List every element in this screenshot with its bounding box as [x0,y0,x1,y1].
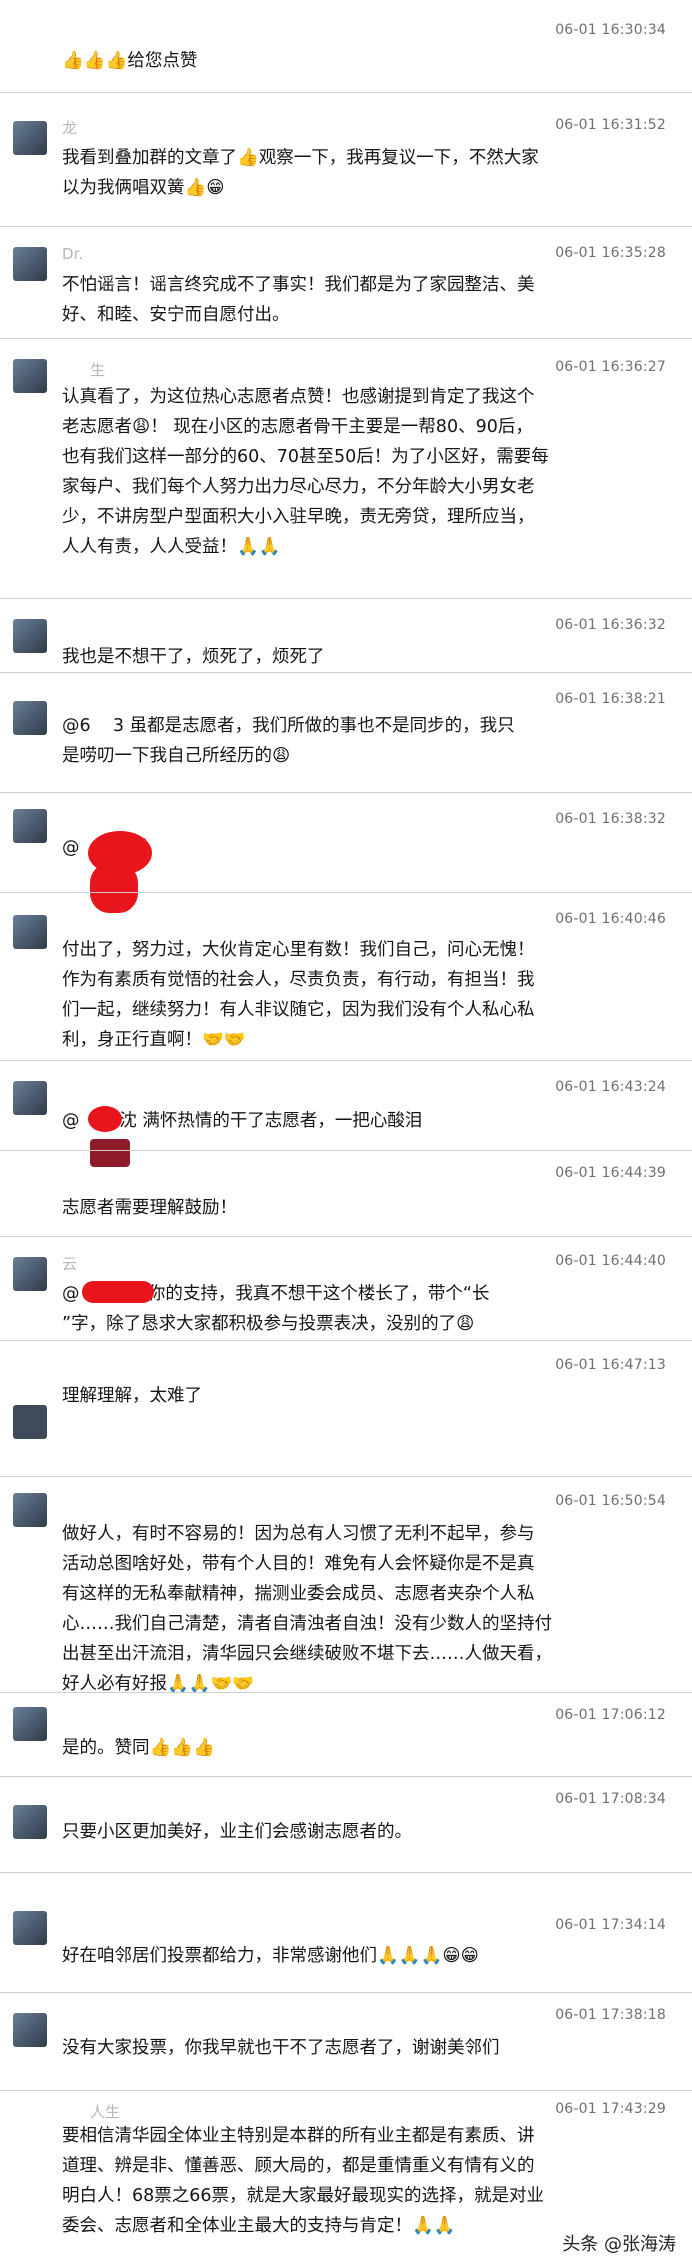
message-text: 好在咱邻居们投票都给力，非常感谢他们🙏🙏🙏😁😁 [62,1946,479,1966]
sender-name: Dr. [62,245,84,263]
chat-message: 06-01 16:38:21 @6 3 虽都是志愿者，我们所做的事也不是同步的，… [0,673,692,793]
chat-message: Dr. 06-01 16:35:28 不怕谣言！谣言终究成不了事实！我们都是为了… [0,227,692,337]
avatar [13,1257,47,1291]
message-text: 要相信清华园全体业主特别是本群的所有业主都是有素质、讲 道理、辨是非、懂善恶、顾… [62,2126,545,2236]
chat-message: 06-01 16:47:13 理解理解，太难了 [0,1341,692,1441]
sender-name: 人生 [90,2103,121,2121]
sender-name: 生 [90,361,106,379]
chat-message: 06-01 16:40:46 付出了，努力过，大伙肯定心里有数！我们自己，问心无… [0,893,692,1063]
message-time: 06-01 16:35:28 [555,245,666,261]
avatar [13,1493,47,1527]
avatar [13,1405,47,1439]
message-time: 06-01 16:36:32 [555,617,666,633]
message-text: 不怕谣言！谣言终究成不了事实！我们都是为了家园整洁、美 好、和睦、安宁而自愿付出… [62,275,535,325]
message-time: 06-01 16:43:24 [555,1079,666,1095]
chat-message: 06-01 16:44:39 志愿者需要理解鼓励！ [0,1151,692,1241]
message-text: 认真看了，为这位热心志愿者点赞！也感谢提到肯定了我这个 老志愿者😩！ 现在小区的… [62,387,549,557]
message-time: 06-01 16:44:40 [555,1253,666,1269]
avatar [13,915,47,949]
message-text: 没有大家投票，你我早就也干不了志愿者了，谢谢美邻们 [62,2038,500,2058]
chat-message: 06-01 16:38:32 @ 心累 [0,793,692,913]
message-time: 06-01 17:38:18 [555,2007,666,2023]
message-time: 06-01 16:38:32 [555,811,666,827]
message-text: 做好人，有时不容易的！因为总有人习惯了无利不起早，参与 活动总图啥好处，带有个人… [62,1524,552,1694]
avatar [13,121,47,155]
avatar [13,1081,47,1115]
message-time: 06-01 17:06:12 [555,1707,666,1723]
message-text: 付出了，努力过，大伙肯定心里有数！我们自己，问心无愧！ 作为有素质有觉悟的社会人… [62,940,535,1050]
sender-name: 云 [62,1255,78,1273]
message-text: @ 老沈 满怀热情的干了志愿者，一把心酸泪 [62,1111,423,1131]
message-time: 06-01 16:31:52 [555,117,666,133]
message-time: 06-01 16:30:34 [555,22,666,38]
message-time: 06-01 16:44:39 [555,1165,666,1181]
chat-message: 06-01 16:43:24 @ 老沈 满怀热情的干了志愿者，一把心酸泪 [0,1061,692,1167]
message-time: 06-01 16:47:13 [555,1357,666,1373]
message-time: 06-01 17:43:29 [555,2101,666,2117]
message-text: 志愿者需要理解鼓励！ [62,1198,237,1218]
chat-message: 生 06-01 16:36:27 认真看了，为这位热心志愿者点赞！也感谢提到肯定… [0,339,692,579]
message-time: 06-01 16:50:54 [555,1493,666,1509]
chat-message: 06-01 17:34:14 好在咱邻居们投票都给力，非常感谢他们🙏🙏🙏😁😁 [0,1873,692,1983]
chat-message: 06-01 17:08:34 只要小区更加美好，业主们会感谢志愿者的。 [0,1777,692,1877]
message-time: 06-01 16:36:27 [555,359,666,375]
watermark: 头条 @张海涛 [556,2228,682,2258]
avatar [13,1911,47,1945]
message-text: 👍👍👍给您点赞 [62,51,198,71]
avatar [13,701,47,735]
message-text: @6 3 虽都是志愿者，我们所做的事也不是同步的，我只 是唠叨一下我自己所经历的… [62,716,515,766]
avatar [13,2013,47,2047]
avatar [13,1805,47,1839]
chat-message: 06-01 16:30:34 👍👍👍给您点赞 [0,0,692,78]
sender-name: 龙 [62,119,78,137]
message-time: 06-01 16:40:46 [555,911,666,927]
avatar [13,359,47,393]
chat-message: 06-01 17:06:12 是的。赞同👍👍👍 [0,1693,692,1783]
message-text: 理解理解，太难了 [62,1386,202,1406]
chat-message: 06-01 17:38:18 没有大家投票，你我早就也干不了志愿者了，谢谢美邻们 [0,1993,692,2093]
message-text: 是的。赞同👍👍👍 [62,1738,215,1758]
avatar [13,809,47,843]
chat-message: 云 06-01 16:44:40 @ 没有你的支持，我真不想干这个楼长了，带个“… [0,1237,692,1357]
message-text: 我也是不想干了，烦死了，烦死了 [62,647,325,667]
redaction-mark [82,1281,154,1303]
message-text: 只要小区更加美好，业主们会感谢志愿者的。 [62,1822,412,1842]
avatar [13,1707,47,1741]
chat-message: 龙 06-01 16:31:52 我看到叠加群的文章了👍观察一下，我再复议一下，… [0,93,692,213]
message-time: 06-01 16:38:21 [555,691,666,707]
message-time: 06-01 17:08:34 [555,1791,666,1807]
avatar [13,247,47,281]
redaction-mark [88,1106,122,1132]
avatar [13,619,47,653]
message-text: 我看到叠加群的文章了👍观察一下，我再复议一下，不然大家 以为我俩唱双簧👍😁 [62,148,539,198]
chat-message: 06-01 16:50:54 做好人，有时不容易的！因为总有人习惯了无利不起早，… [0,1477,692,1717]
message-time: 06-01 17:34:14 [555,1917,666,1933]
